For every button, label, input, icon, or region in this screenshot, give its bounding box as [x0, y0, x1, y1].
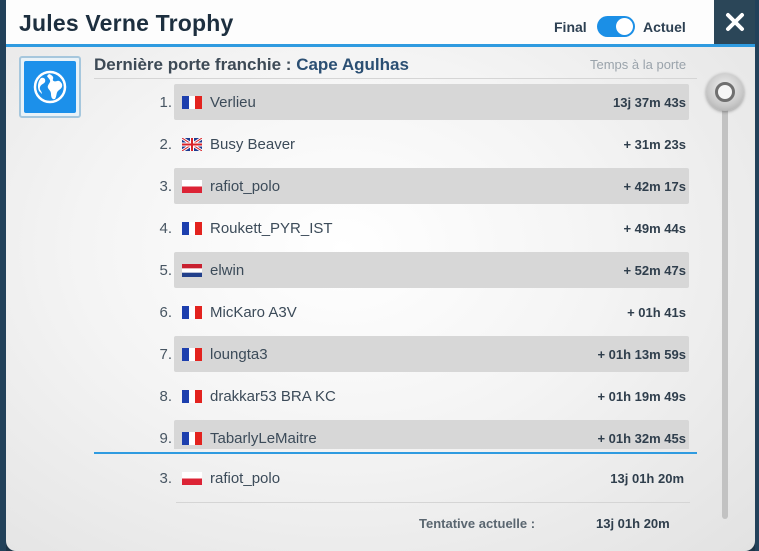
row-rank: 7. [159, 346, 172, 363]
row-gate-time: + 01h 19m 49s [597, 389, 686, 404]
table-row[interactable]: 9. TabarlyLeMaitre + 01h 32m 45s [94, 420, 700, 449]
current-player-row[interactable]: 3. rafiot_polo 13j 01h 20m [94, 460, 700, 496]
flag-france-icon [182, 432, 202, 445]
row-gate-time: + 31m 23s [623, 137, 686, 152]
table-row[interactable]: 3. rafiot_polo + 42m 17s [94, 168, 700, 204]
row-rank: 9. [159, 430, 172, 447]
attempt-divider [176, 502, 690, 503]
table-row[interactable]: 2. Busy Beaver + 31m 23s [94, 126, 700, 162]
flag-uk-icon [182, 138, 202, 151]
gate-time-column-header: Temps à la porte [590, 57, 687, 72]
flag-france-icon [182, 96, 202, 109]
table-row[interactable]: 6. MicKaro A3V + 01h 41s [94, 294, 700, 330]
row-rank: 2. [159, 136, 172, 153]
row-player-name: drakkar53 BRA KC [210, 388, 336, 405]
flag-france-icon [182, 390, 202, 403]
flag-france-icon [182, 306, 202, 319]
flag-poland-icon [182, 180, 202, 193]
table-row[interactable]: 4. Roukett_PYR_IST + 49m 44s [94, 210, 700, 246]
row-player-name: Roukett_PYR_IST [210, 220, 333, 237]
toggle-knob [616, 18, 633, 35]
row-gate-time: + 42m 17s [623, 179, 686, 194]
header-divider [94, 78, 697, 79]
table-row[interactable]: 5. elwin + 52m 47s [94, 252, 700, 288]
last-gate-heading: Dernière porte franchie : Cape Agulhas [94, 55, 409, 75]
current-player-time: 13j 01h 20m [610, 471, 684, 486]
table-row[interactable]: 7. loungta3 + 01h 13m 59s [94, 336, 700, 372]
row-player-name: elwin [210, 262, 245, 279]
flag-poland-icon [182, 472, 202, 485]
toggle-label-actuel[interactable]: Actuel [643, 19, 686, 35]
current-player-name: rafiot_polo [210, 470, 281, 487]
flag-france-icon [182, 222, 202, 235]
close-button[interactable] [714, 0, 755, 44]
scrollbar-thumb[interactable] [706, 73, 744, 111]
scrollbar-track[interactable] [722, 92, 728, 519]
current-player-rank: 3. [159, 470, 172, 487]
row-gate-time: + 52m 47s [623, 263, 686, 278]
row-rank: 8. [159, 388, 172, 405]
globe-icon-background [24, 61, 76, 113]
map-view-button[interactable] [19, 56, 81, 118]
current-attempt-label: Tentative actuelle : [419, 516, 536, 531]
row-gate-time: + 01h 32m 45s [597, 431, 686, 446]
last-gate-name: Cape Agulhas [296, 55, 409, 74]
table-row[interactable]: 8. drakkar53 BRA KC + 01h 19m 49s [94, 378, 700, 414]
toggle-label-final[interactable]: Final [554, 19, 587, 35]
flag-netherlands-icon [182, 264, 202, 277]
scrollbar-thumb-ring [715, 82, 735, 102]
final-actuel-toggle[interactable] [597, 16, 635, 37]
last-gate-prefix: Dernière porte franchie : [94, 55, 292, 74]
row-gate-time: + 49m 44s [623, 221, 686, 236]
background-right [755, 0, 759, 551]
row-gate-time: + 01h 13m 59s [597, 347, 686, 362]
panel-header: Jules Verne Trophy Final Actuel [6, 0, 755, 47]
globe-icon [33, 70, 67, 104]
current-player-divider [94, 452, 697, 454]
row-rank: 6. [159, 304, 172, 321]
row-player-name: Verlieu [210, 94, 256, 111]
row-rank: 3. [159, 178, 172, 195]
window-title: Jules Verne Trophy [19, 10, 234, 36]
row-player-name: MicKaro A3V [210, 304, 297, 321]
row-player-name: rafiot_polo [210, 178, 281, 195]
table-row[interactable]: 1. Verlieu 13j 37m 43s [94, 84, 700, 120]
close-icon [725, 13, 744, 31]
row-rank: 5. [159, 262, 172, 279]
row-gate-time: + 01h 41s [627, 305, 686, 320]
ranking-list[interactable]: 1. Verlieu 13j 37m 43s 2. Busy Beaver + … [94, 84, 700, 449]
row-gate-time: 13j 37m 43s [612, 95, 686, 110]
row-player-name: loungta3 [210, 346, 268, 363]
row-rank: 4. [159, 220, 172, 237]
flag-france-icon [182, 348, 202, 361]
row-background [174, 252, 689, 288]
current-attempt-value: 13j 01h 20m [596, 516, 670, 531]
row-player-name: Busy Beaver [210, 136, 296, 153]
row-rank: 1. [159, 94, 172, 111]
row-player-name: TabarlyLeMaitre [210, 430, 317, 447]
leaderboard-panel: Jules Verne Trophy Final Actuel Dernière… [6, 0, 755, 551]
